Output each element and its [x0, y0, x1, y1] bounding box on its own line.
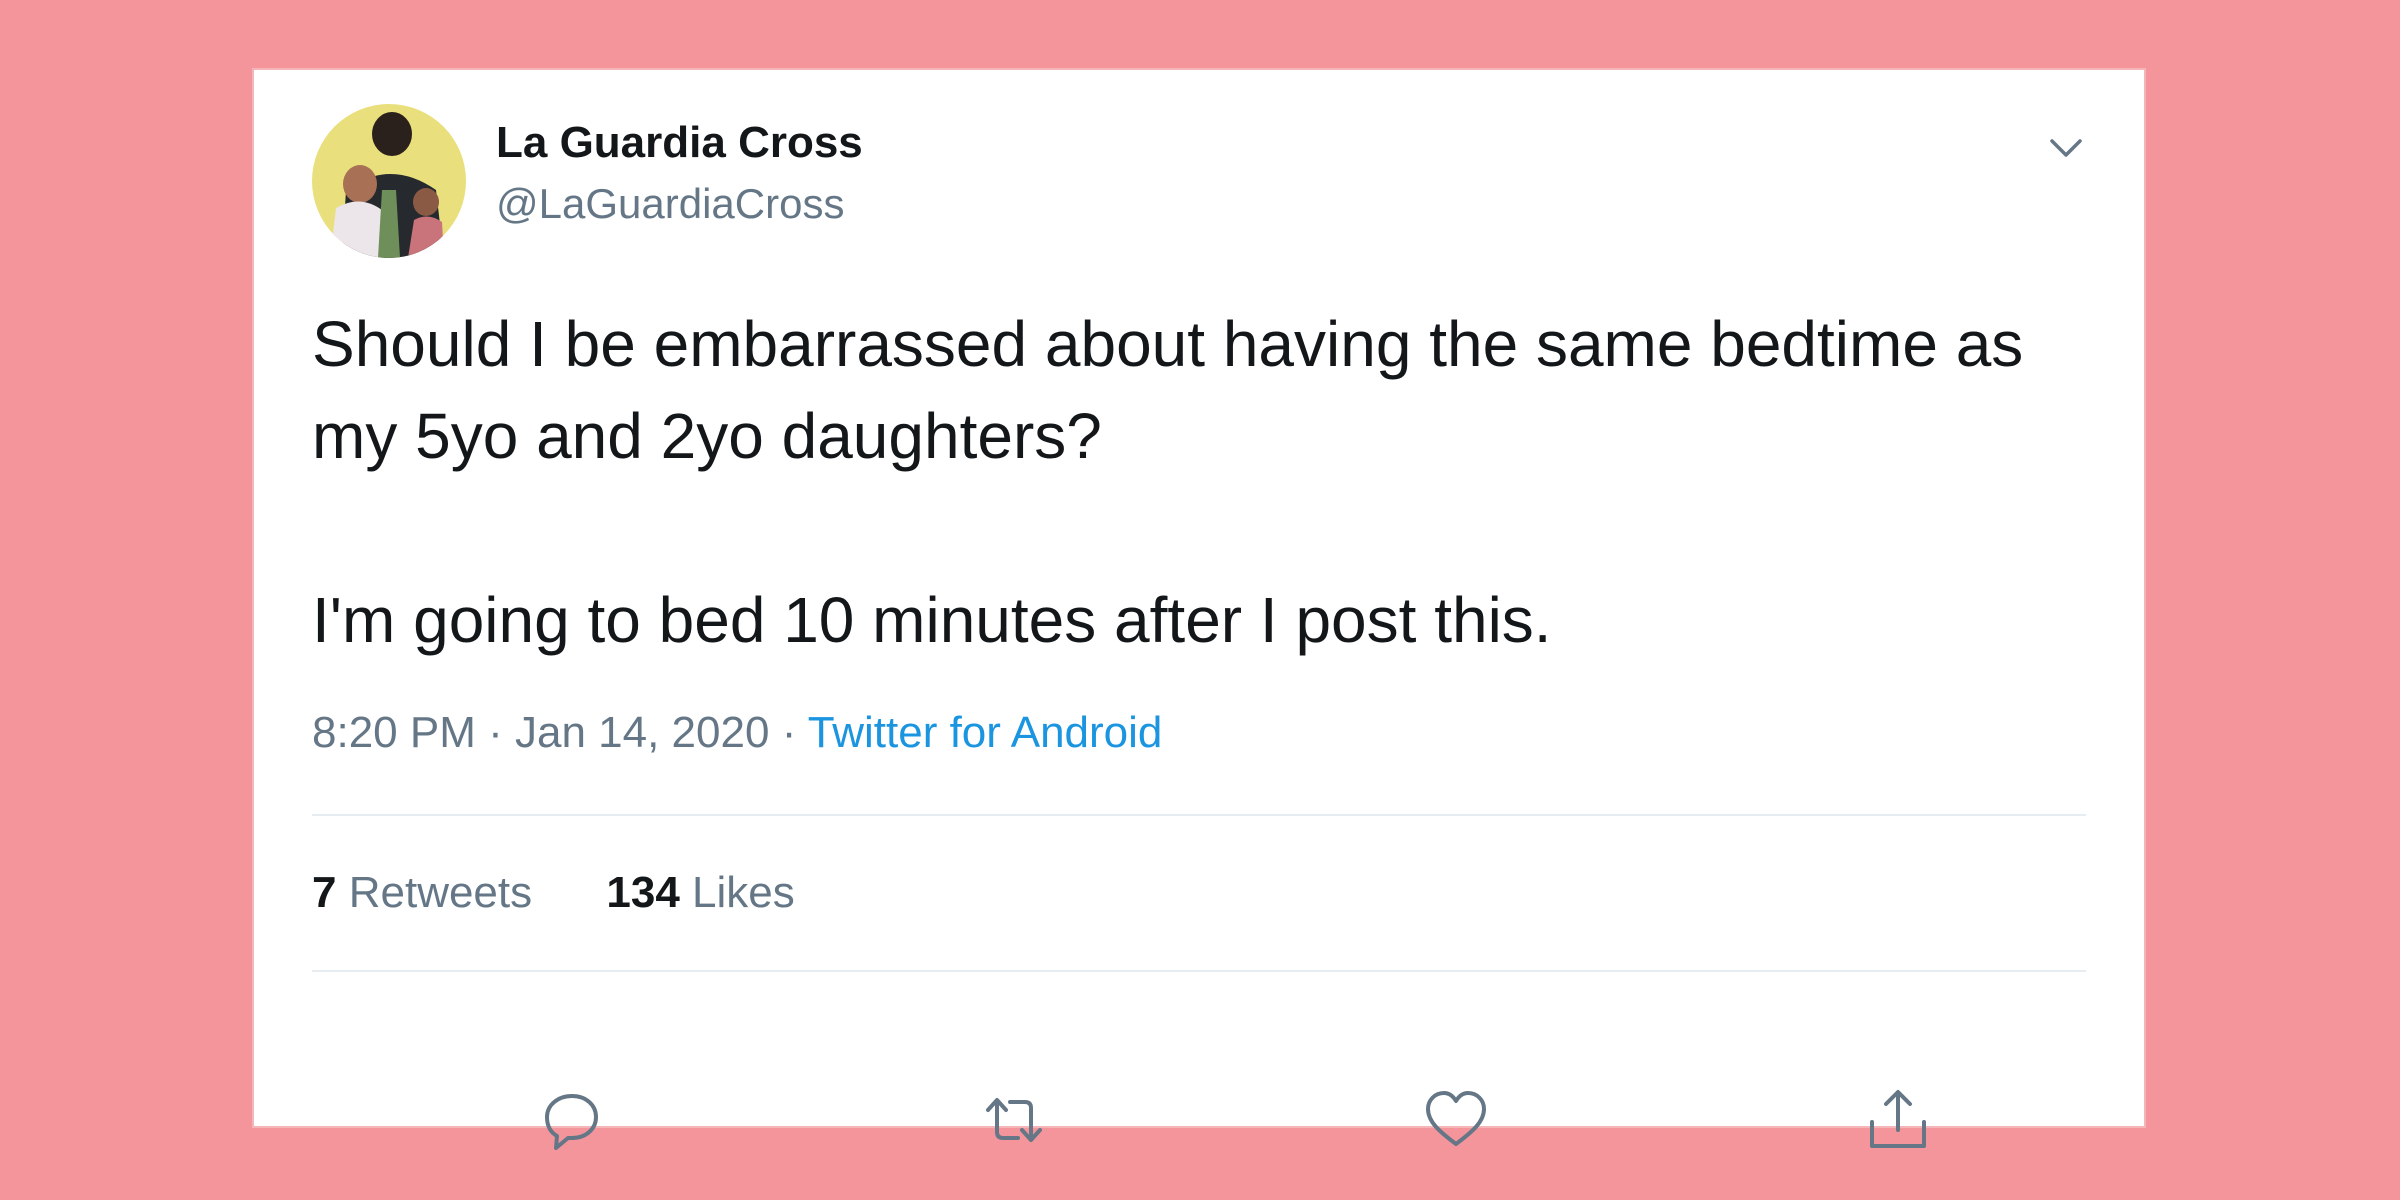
- tweet-text-line: I'm going to bed 10 minutes after I post…: [312, 584, 1552, 656]
- meta-separator: ·: [488, 708, 503, 757]
- tweet-date[interactable]: Jan 14, 2020: [515, 708, 769, 757]
- divider: [312, 814, 2086, 816]
- tweet-text-line: Should I be embarrassed about having the…: [312, 308, 2024, 472]
- retweet-icon[interactable]: [974, 1080, 1054, 1160]
- tweet-meta: 8:20 PM · Jan 14, 2020 · Twitter for And…: [312, 708, 1162, 758]
- likes-label: Likes: [692, 868, 795, 917]
- heart-icon[interactable]: [1416, 1080, 1496, 1160]
- retweets-label: Retweets: [348, 868, 533, 917]
- likes-count: 134: [606, 868, 680, 917]
- likes-stat[interactable]: 134 Likes: [606, 868, 794, 918]
- chevron-down-icon[interactable]: [2042, 124, 2090, 172]
- tweet-time[interactable]: 8:20 PM: [312, 708, 476, 757]
- divider: [312, 970, 2086, 972]
- tweet-stats: 7 Retweets 134 Likes: [312, 868, 857, 918]
- user-handle[interactable]: @LaGuardiaCross: [496, 180, 844, 228]
- action-bar: [252, 1080, 2146, 1160]
- tweet-text: Should I be embarrassed about having the…: [312, 298, 2072, 666]
- display-name[interactable]: La Guardia Cross: [496, 118, 863, 168]
- reply-icon[interactable]: [532, 1080, 612, 1160]
- avatar-image: [312, 104, 466, 258]
- tweet-source-link[interactable]: Twitter for Android: [808, 708, 1163, 757]
- avatar[interactable]: [312, 104, 466, 258]
- tweet-card: La Guardia Cross @LaGuardiaCross Should …: [252, 68, 2146, 1150]
- share-icon[interactable]: [1858, 1080, 1938, 1160]
- meta-separator: ·: [781, 708, 797, 757]
- retweets-count: 7: [312, 868, 337, 917]
- retweets-stat[interactable]: 7 Retweets: [312, 868, 532, 918]
